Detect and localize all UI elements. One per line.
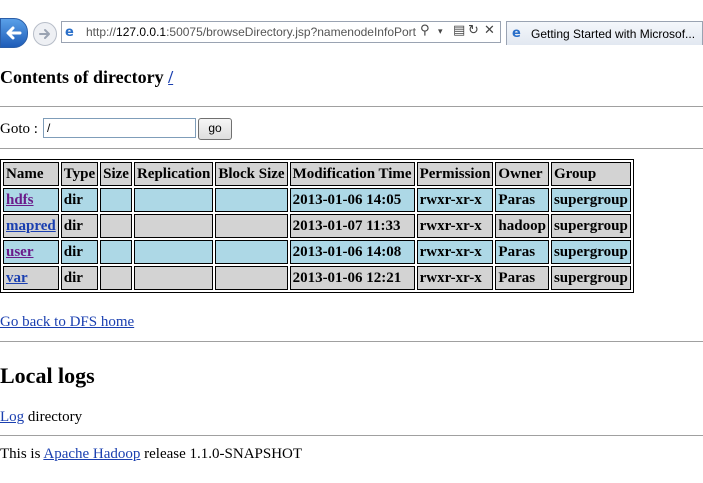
- cell-block-size: [215, 214, 288, 238]
- col-modification-time: Modification Time: [289, 162, 415, 186]
- cell-name: var: [3, 266, 59, 290]
- cell-permission: rwxr-xr-x: [416, 266, 494, 290]
- dir-link-hdfs[interactable]: hdfs: [6, 192, 34, 208]
- dir-link-mapred[interactable]: mapred: [6, 218, 56, 234]
- cell-mtime: 2013-01-06 12:21: [289, 266, 415, 290]
- cell-permission: rwxr-xr-x: [416, 240, 494, 264]
- go-button[interactable]: go: [198, 118, 232, 140]
- cell-type: dir: [60, 188, 99, 212]
- cell-mtime: 2013-01-06 14:05: [289, 188, 415, 212]
- table-header-row: Name Type Size Replication Block Size Mo…: [3, 162, 631, 186]
- root-dir-link[interactable]: /: [168, 67, 173, 87]
- cell-mtime: 2013-01-07 11:33: [289, 214, 415, 238]
- address-url[interactable]: http://127.0.0.1:50075/browseDirectory.j…: [86, 25, 421, 39]
- table-row: hdfs dir 2013-01-06 14:05 rwxr-xr-x Para…: [3, 188, 631, 212]
- cell-replication: [133, 214, 214, 238]
- back-link-container: Go back to DFS home: [0, 314, 134, 331]
- log-line: Log directory: [0, 409, 82, 426]
- back-button[interactable]: [0, 18, 28, 48]
- browser-chrome: e http://127.0.0.1:50075/browseDirectory…: [0, 0, 703, 56]
- goto-input[interactable]: [43, 118, 196, 138]
- col-owner: Owner: [495, 162, 549, 186]
- forward-button[interactable]: [33, 22, 57, 46]
- col-size: Size: [100, 162, 132, 186]
- page-title: Contents of directory /: [0, 67, 173, 88]
- cell-group: supergroup: [550, 214, 631, 238]
- compat-view-icon[interactable]: ▤: [453, 23, 465, 38]
- col-name: Name: [3, 162, 59, 186]
- chevron-down-icon[interactable]: ▾: [438, 27, 443, 37]
- cell-size: [100, 188, 132, 212]
- cell-type: dir: [60, 266, 99, 290]
- cell-type: dir: [60, 240, 99, 264]
- tab-title: Getting Started with Microsof...: [531, 27, 696, 41]
- cell-size: [100, 214, 132, 238]
- log-link[interactable]: Log: [0, 409, 24, 425]
- cell-block-size: [215, 266, 288, 290]
- cell-owner: hadoop: [495, 214, 549, 238]
- log-suffix: directory: [24, 409, 83, 425]
- cell-group: supergroup: [550, 240, 631, 264]
- table-row: mapred dir 2013-01-07 11:33 rwxr-xr-x ha…: [3, 214, 631, 238]
- apache-hadoop-link[interactable]: Apache Hadoop: [43, 446, 140, 462]
- table-row: user dir 2013-01-06 14:08 rwxr-xr-x Para…: [3, 240, 631, 264]
- cell-replication: [133, 188, 214, 212]
- cell-block-size: [215, 240, 288, 264]
- release-suffix: release 1.1.0-SNAPSHOT: [140, 446, 303, 462]
- heading-text: Contents of directory: [0, 67, 164, 87]
- cell-mtime: 2013-01-06 14:08: [289, 240, 415, 264]
- address-bar[interactable]: e http://127.0.0.1:50075/browseDirectory…: [61, 21, 501, 43]
- table-row: var dir 2013-01-06 12:21 rwxr-xr-x Paras…: [3, 266, 631, 290]
- cell-name: hdfs: [3, 188, 59, 212]
- search-icon[interactable]: ⚲: [420, 23, 430, 38]
- refresh-icon[interactable]: ↻: [468, 23, 479, 38]
- dir-link-user[interactable]: user: [6, 244, 34, 260]
- dfs-home-link[interactable]: Go back to DFS home: [0, 314, 134, 330]
- stop-icon[interactable]: ✕: [484, 23, 495, 38]
- cell-size: [100, 240, 132, 264]
- ie-logo-icon: e: [512, 26, 521, 41]
- col-group: Group: [550, 162, 631, 186]
- goto-label: Goto :: [0, 121, 38, 137]
- dir-link-var[interactable]: var: [6, 270, 28, 286]
- cell-size: [100, 266, 132, 290]
- cell-permission: rwxr-xr-x: [416, 214, 494, 238]
- local-logs-heading: Local logs: [0, 363, 95, 388]
- cell-permission: rwxr-xr-x: [416, 188, 494, 212]
- divider: [0, 148, 703, 149]
- divider: [0, 341, 703, 342]
- cell-owner: Paras: [495, 188, 549, 212]
- col-permission: Permission: [416, 162, 494, 186]
- cell-name: mapred: [3, 214, 59, 238]
- col-replication: Replication: [133, 162, 214, 186]
- cell-owner: Paras: [495, 240, 549, 264]
- forward-arrow-icon: [39, 29, 50, 39]
- browser-tab[interactable]: e Getting Started with Microsof...: [506, 21, 703, 45]
- cell-group: supergroup: [550, 266, 631, 290]
- release-line: This is Apache Hadoop release 1.1.0-SNAP…: [0, 446, 302, 463]
- cell-replication: [133, 266, 214, 290]
- cell-name: user: [3, 240, 59, 264]
- col-block-size: Block Size: [215, 162, 288, 186]
- divider: [0, 435, 703, 436]
- divider: [0, 106, 703, 107]
- directory-table: Name Type Size Replication Block Size Mo…: [0, 159, 634, 293]
- cell-owner: Paras: [495, 266, 549, 290]
- cell-block-size: [215, 188, 288, 212]
- cell-type: dir: [60, 214, 99, 238]
- release-prefix: This is: [0, 446, 44, 462]
- back-arrow-icon: [6, 26, 22, 40]
- ie-logo-icon: e: [65, 25, 74, 40]
- col-type: Type: [60, 162, 99, 186]
- cell-group: supergroup: [550, 188, 631, 212]
- cell-replication: [133, 240, 214, 264]
